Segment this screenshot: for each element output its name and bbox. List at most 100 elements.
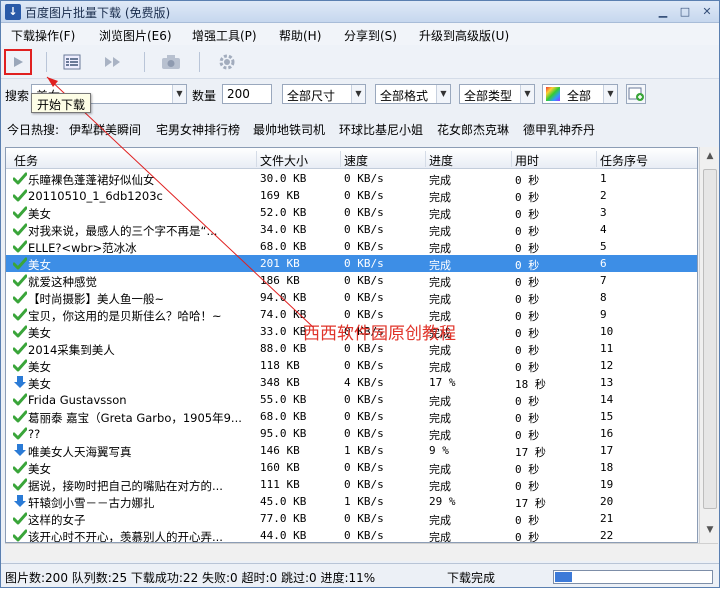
type-select[interactable]: 全部类型 ▼ [459, 84, 535, 104]
color-select[interactable]: 全部 ▼ [542, 84, 618, 104]
task-time: 0 秒 [515, 174, 540, 187]
table-row[interactable]: 据说，接吻时把自己的嘴贴在对方的... 111 KB 0 KB/s 完成 0 秒 19 [6, 476, 697, 493]
task-size: 186 KB [260, 274, 300, 287]
header-time[interactable]: 用时 [515, 152, 539, 169]
skip-button[interactable] [99, 49, 127, 75]
status-summary: 图片数:200 队列数:25 下载成功:22 失败:0 超时:0 跳过:0 进度… [5, 571, 376, 585]
check-icon [13, 240, 27, 253]
task-progress: 完成 [429, 208, 451, 221]
task-index: 16 [600, 427, 614, 440]
chevron-down-icon[interactable]: ▼ [603, 85, 617, 103]
check-icon [13, 427, 27, 440]
format-select[interactable]: 全部格式 ▼ [375, 84, 451, 104]
hot-search-link[interactable]: 伊犁群美瞬间 [69, 121, 141, 138]
scroll-thumb[interactable] [703, 169, 717, 509]
task-name: 据说，接吻时把自己的嘴贴在对方的... [28, 479, 223, 493]
settings-button[interactable] [213, 49, 241, 75]
check-icon [13, 257, 27, 270]
vertical-scrollbar[interactable]: ▲ ▼ [699, 147, 719, 543]
task-time: 0 秒 [515, 259, 540, 272]
menu-share[interactable]: 分享到(S) [344, 27, 397, 44]
header-speed[interactable]: 速度 [344, 152, 368, 169]
menu-browse-images[interactable]: 浏览图片(E6) [99, 27, 172, 44]
task-name: 美女 [28, 326, 51, 340]
task-progress: 完成 [429, 344, 451, 357]
fast-forward-icon [105, 57, 120, 67]
maximize-icon[interactable]: □ [677, 4, 693, 19]
start-download-button[interactable] [4, 49, 32, 75]
table-row[interactable]: 美女 52.0 KB 0 KB/s 完成 0 秒 3 [6, 204, 697, 221]
add-task-button[interactable] [626, 84, 646, 104]
hot-search-link[interactable]: 最帅地铁司机 [253, 121, 325, 138]
menu-upgrade[interactable]: 升级到高级版(U) [419, 27, 509, 44]
table-row[interactable]: 该开心时不开心，羡慕别人的开心弄... 44.0 KB 0 KB/s 完成 0 秒 22 [6, 527, 697, 542]
task-index: 7 [600, 274, 607, 287]
table-row[interactable]: 葛丽泰 嘉宝（Greta Garbo，1905年9... 68.0 KB 0 KB/… [6, 408, 697, 425]
hot-search-bar: 今日热搜: 伊犁群美瞬间 宅男女神排行榜 最帅地铁司机 环球比基尼小姐 花女郎杰… [1, 116, 719, 138]
table-row[interactable]: 美女 160 KB 0 KB/s 完成 0 秒 18 [6, 459, 697, 476]
task-speed: 0 KB/s [344, 274, 384, 287]
check-icon [13, 206, 27, 219]
task-name: 宝贝，你这用的是贝斯佳么？哈哈！~ [28, 309, 222, 323]
table-row[interactable]: 乐瞳裸色蓬蓬裙好似仙女 30.0 KB 0 KB/s 完成 0 秒 1 [6, 170, 697, 187]
table-row[interactable]: 20110510_1_6db1203c 169 KB 0 KB/s 完成 0 秒 2 [6, 187, 697, 204]
task-speed: 0 KB/s [344, 478, 384, 491]
task-size: 68.0 KB [260, 410, 307, 423]
table-row[interactable]: 美女 118 KB 0 KB/s 完成 0 秒 12 [6, 357, 697, 374]
table-row[interactable]: 【时尚摄影】美人鱼一般~ 94.0 KB 0 KB/s 完成 0 秒 8 [6, 289, 697, 306]
hot-search-link[interactable]: 德甲乳神乔丹 [523, 121, 595, 138]
hot-search-link[interactable]: 宅男女神排行榜 [156, 121, 240, 138]
size-select[interactable]: 全部尺寸 ▼ [282, 84, 366, 104]
task-size: 118 KB [260, 359, 300, 372]
status-state: 下载完成 [447, 571, 496, 585]
table-row[interactable]: 这样的女子 77.0 KB 0 KB/s 完成 0 秒 21 [6, 510, 697, 527]
horizontal-scrollbar[interactable] [5, 543, 718, 561]
table-row[interactable]: 对我来说，最感人的三个字不再是“... 34.0 KB 0 KB/s 完成 0 秒 4 [6, 221, 697, 238]
hot-search-link[interactable]: 花女郎杰克琳 [437, 121, 509, 138]
task-index: 2 [600, 189, 607, 202]
menu-help[interactable]: 帮助(H) [279, 27, 321, 44]
chevron-down-icon[interactable]: ▼ [520, 85, 534, 103]
task-size: 55.0 KB [260, 393, 307, 406]
table-row[interactable]: ELLE?<wbr>范冰冰 68.0 KB 0 KB/s 完成 0 秒 5 [6, 238, 697, 255]
scroll-down-icon[interactable]: ▼ [703, 525, 717, 539]
table-row[interactable]: ?? 95.0 KB 0 KB/s 完成 0 秒 16 [6, 425, 697, 442]
task-index: 4 [600, 223, 607, 236]
table-row[interactable]: Frida Gustavsson 55.0 KB 0 KB/s 完成 0 秒 14 [6, 391, 697, 408]
chevron-down-icon[interactable]: ▼ [351, 85, 365, 103]
task-index: 22 [600, 529, 614, 542]
watermark-text: 西西软件园原创教程 [303, 324, 456, 344]
menu-download-ops[interactable]: 下载操作(F) [11, 27, 75, 44]
scroll-up-icon[interactable]: ▲ [703, 151, 717, 165]
check-icon [13, 410, 27, 423]
table-row[interactable]: 就爱这种感觉 186 KB 0 KB/s 完成 0 秒 7 [6, 272, 697, 289]
task-index: 20 [600, 495, 614, 508]
task-size: 201 KB [260, 257, 300, 270]
count-label: 数量 [192, 89, 217, 103]
task-size: 68.0 KB [260, 240, 307, 253]
chevron-down-icon[interactable]: ▼ [172, 85, 186, 103]
header-progress[interactable]: 进度 [429, 152, 453, 169]
header-index[interactable]: 任务序号 [600, 152, 648, 169]
task-progress: 完成 [429, 191, 451, 204]
chevron-down-icon[interactable]: ▼ [436, 85, 450, 103]
minimize-icon[interactable]: ▁ [655, 4, 671, 19]
close-icon[interactable]: ✕ [699, 4, 715, 19]
table-row[interactable]: 美女 201 KB 0 KB/s 完成 0 秒 6 [6, 255, 697, 272]
list-button[interactable] [58, 49, 86, 75]
table-row[interactable]: 美女 348 KB 4 KB/s 17 % 18 秒 13 [6, 374, 697, 391]
table-row[interactable]: 唯美女人天海翼写真 146 KB 1 KB/s 9 % 17 秒 17 [6, 442, 697, 459]
task-speed: 0 KB/s [344, 223, 384, 236]
task-speed: 0 KB/s [344, 512, 384, 525]
task-time: 0 秒 [515, 208, 540, 221]
task-progress: 完成 [429, 242, 451, 255]
table-row[interactable]: 轩辕剑小雪－－古力娜扎 45.0 KB 1 KB/s 29 % 17 秒 20 [6, 493, 697, 510]
hot-search-link[interactable]: 环球比基尼小姐 [339, 121, 423, 138]
menu-enhance-tools[interactable]: 增强工具(P) [192, 27, 257, 44]
camera-button[interactable] [157, 49, 185, 75]
task-progress: 完成 [429, 174, 451, 187]
header-task[interactable]: 任务 [14, 152, 38, 169]
count-input[interactable]: 200 [222, 84, 272, 104]
task-speed: 4 KB/s [344, 376, 384, 389]
header-size[interactable]: 文件大小 [260, 152, 308, 169]
